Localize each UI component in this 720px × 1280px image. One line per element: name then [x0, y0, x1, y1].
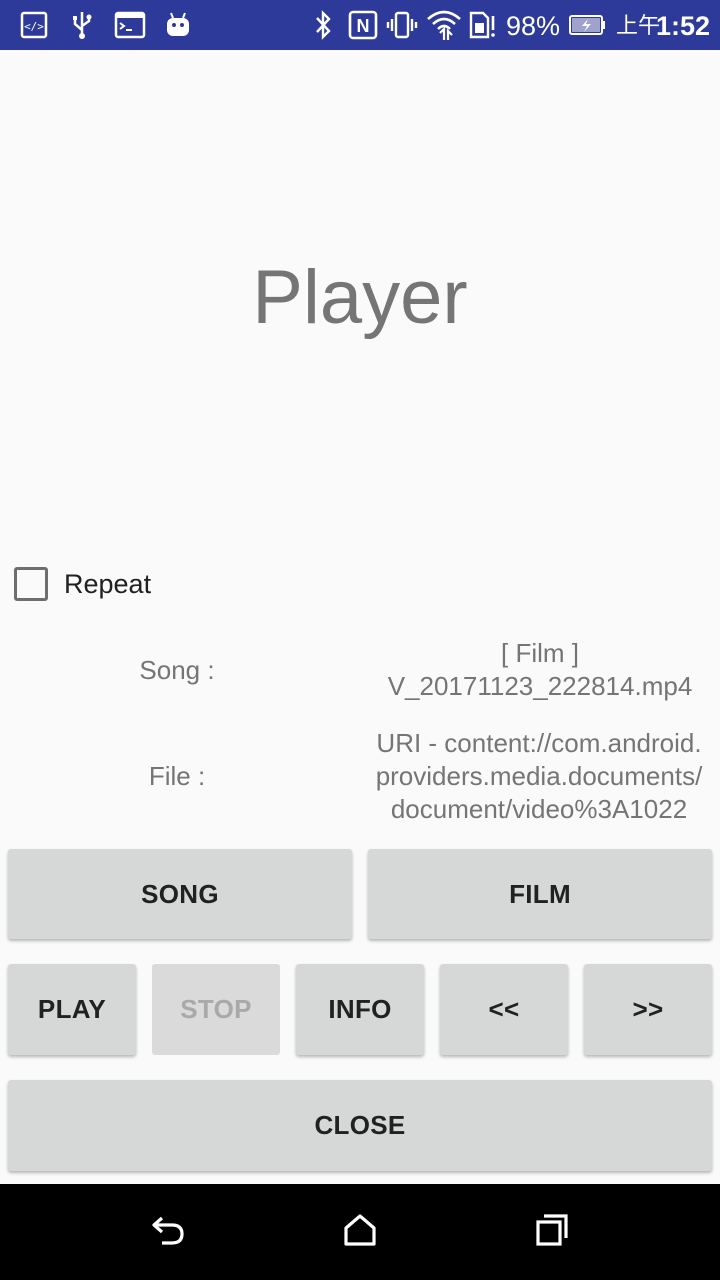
battery-percent: 98% — [506, 11, 561, 41]
film-button[interactable]: FILM — [368, 849, 712, 939]
sim-icon — [468, 10, 496, 40]
nfc-icon: N — [348, 10, 378, 40]
developer-icon: </> — [20, 10, 48, 40]
home-button[interactable] — [330, 1204, 390, 1260]
file-label: File : — [148, 761, 206, 791]
time-prefix: 上午 — [616, 13, 661, 38]
svg-text:</>: </> — [24, 20, 44, 33]
file-value-line2: providers.media.documents/ — [375, 761, 703, 791]
bluetooth-icon — [312, 10, 334, 40]
file-value-line1: URI - content://com.android. — [376, 728, 702, 758]
close-button[interactable]: CLOSE — [8, 1080, 712, 1171]
song-value-line1: [ Film ] — [501, 638, 579, 668]
battery-icon — [568, 10, 606, 40]
usb-icon — [70, 10, 94, 40]
recents-icon — [534, 1212, 570, 1253]
svg-text:N: N — [357, 16, 370, 36]
song-button[interactable]: SONG — [8, 849, 352, 939]
status-bar: </> N 98% 上午 1:52 — [0, 0, 720, 50]
file-value: URI - content://com.android. providers.m… — [358, 727, 720, 826]
checkbox-box[interactable] — [14, 567, 48, 601]
home-icon — [342, 1212, 378, 1253]
recents-button[interactable] — [522, 1204, 582, 1260]
back-icon — [148, 1212, 188, 1253]
clock: 1:52 — [656, 11, 711, 41]
page-title: Player — [252, 255, 468, 340]
play-button[interactable]: PLAY — [8, 964, 136, 1055]
song-value: [ Film ] V_20171123_222814.mp4 — [360, 637, 720, 703]
vibrate-icon — [386, 10, 418, 40]
next-button[interactable]: >> — [584, 964, 712, 1055]
android-icon — [164, 10, 192, 40]
repeat-checkbox[interactable]: Repeat — [14, 564, 151, 604]
file-value-line3: document/video%3A1022 — [390, 794, 688, 824]
stop-button[interactable]: STOP — [152, 964, 280, 1055]
wifi-icon — [426, 10, 462, 40]
back-button[interactable] — [138, 1204, 198, 1260]
song-value-line2: V_20171123_222814.mp4 — [387, 671, 693, 701]
info-button[interactable]: INFO — [296, 964, 424, 1055]
terminal-icon — [114, 10, 146, 40]
repeat-label: Repeat — [64, 568, 152, 599]
song-label: Song : — [139, 655, 215, 685]
previous-button[interactable]: << — [440, 964, 568, 1055]
navigation-bar — [0, 1184, 720, 1280]
